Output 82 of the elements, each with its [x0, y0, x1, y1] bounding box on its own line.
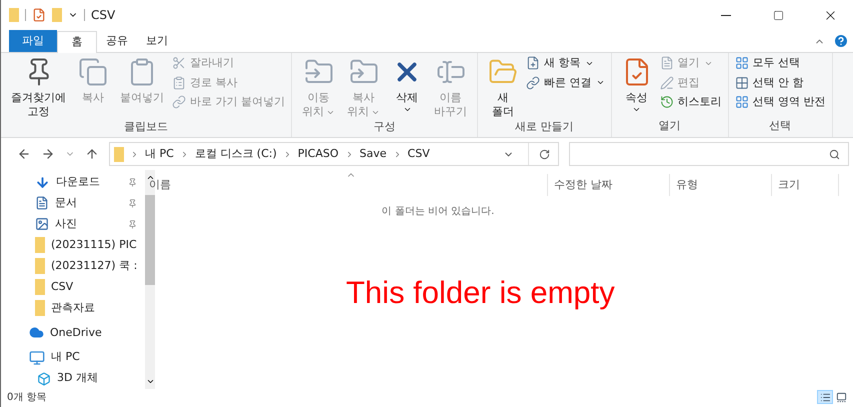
ribbon-button[interactable]: 히스토리: [660, 94, 722, 110]
link-icon: [526, 76, 540, 90]
nav-item[interactable]: 내 PC: [1, 347, 146, 368]
help-icon[interactable]: [833, 33, 849, 49]
chevron-icon: [130, 150, 139, 158]
download-arrow-icon: [35, 174, 50, 190]
annotation-text: This folder is empty: [346, 274, 615, 312]
nav-item[interactable]: 문서: [1, 192, 146, 214]
document-icon: [660, 56, 674, 70]
nav-item[interactable]: 사진: [1, 214, 146, 235]
group-label: 새로 만들기: [514, 119, 574, 135]
folder-icon: [35, 258, 45, 274]
ribbon-button[interactable]: 삭제: [388, 53, 426, 119]
ribbon-button[interactable]: 속성: [618, 53, 656, 118]
breadcrumb[interactable]: 로컬 디스크 (C:): [194, 146, 277, 162]
breadcrumb[interactable]: CSV: [408, 146, 430, 162]
nav-item[interactable]: 관측자료: [1, 297, 146, 318]
maximize-icon: [772, 10, 784, 20]
nav-item[interactable]: (20231127) 쿡 :: [1, 256, 146, 277]
grid-icon: [734, 56, 748, 70]
group-label: 클립보드: [123, 119, 169, 135]
ribbon-button[interactable]: 빠른 연결: [526, 74, 604, 91]
history-icon: [660, 95, 674, 110]
ribbon-tab[interactable]: 공유: [97, 30, 137, 52]
new-file-icon: [526, 56, 540, 70]
cube-icon: [37, 372, 51, 386]
address-field[interactable]: 내 PC 로컬 디스크 (C:) PICASO Save CSV: [109, 142, 559, 166]
scissors-icon: [172, 56, 186, 70]
ribbon-button[interactable]: 새 폴더: [484, 53, 522, 119]
folder-icon: [35, 300, 45, 316]
empty-folder-message: 이 폴더는 비어 있습니다.: [382, 205, 494, 219]
cloud-icon: [29, 325, 44, 340]
ribbon-button[interactable]: 모두 선택: [734, 55, 826, 72]
back-icon[interactable]: [17, 147, 31, 161]
link-icon: [172, 95, 186, 110]
ribbon-button[interactable]: 선택 영역 반전: [734, 94, 826, 110]
folder-icon: [35, 237, 45, 254]
search-icon: [829, 148, 840, 160]
document-icon: [35, 196, 49, 210]
nav-item[interactable]: (20231115) PIC: [1, 234, 146, 256]
nav-item[interactable]: 3D 개체: [1, 368, 146, 390]
refresh-icon[interactable]: [539, 148, 550, 160]
folder-icon: [9, 8, 19, 22]
nav-item[interactable]: OneDrive: [1, 322, 146, 344]
view-button[interactable]: [817, 390, 833, 404]
grid-icon: [734, 76, 748, 90]
ribbon-button[interactable]: 즐겨찾기에 고정: [7, 53, 70, 119]
window-title: CSV: [91, 7, 116, 24]
up-icon[interactable]: [85, 147, 99, 161]
checked-document-icon[interactable]: [32, 8, 46, 22]
ribbon-tab[interactable]: 파일: [9, 30, 57, 52]
copy-icon: [78, 57, 108, 87]
column-header[interactable]: 수정한 날짜: [547, 174, 669, 196]
search-field[interactable]: [569, 142, 849, 166]
scroll-down-icon[interactable]: [146, 377, 155, 386]
ribbon-button[interactable]: 선택 안 함: [734, 74, 826, 91]
monitor-icon: [29, 350, 45, 366]
column-header[interactable]: 유형: [669, 174, 771, 196]
forward-icon[interactable]: [41, 147, 55, 161]
scrollbar-thumb[interactable]: [145, 195, 156, 285]
folder-icon: [114, 146, 124, 162]
column-header[interactable]: 크기: [771, 174, 839, 196]
group-label: 구성: [372, 119, 396, 135]
folder-icon: [35, 278, 45, 295]
nav-item[interactable]: 다운로드: [1, 172, 146, 193]
image-icon: [35, 217, 49, 232]
breadcrumb[interactable]: Save: [360, 146, 387, 162]
clipboard-list-icon: [172, 76, 186, 90]
ribbon-tab[interactable]: 보기: [137, 30, 177, 52]
ribbon-tab[interactable]: 홈: [57, 31, 97, 53]
column-header[interactable]: 이름: [143, 174, 547, 196]
ribbon-button[interactable]: 새 항목: [526, 55, 604, 72]
pen-icon: [660, 76, 674, 90]
breadcrumb[interactable]: 내 PC: [145, 146, 174, 162]
group-label: 열기: [658, 118, 682, 134]
grid-icon: [734, 95, 748, 110]
thumbnails-view-icon: [836, 392, 846, 402]
group-label: 선택: [768, 118, 792, 134]
minimize-icon: [721, 14, 731, 16]
item-count: 0개 항목: [7, 390, 47, 404]
breadcrumb[interactable]: PICASO: [298, 146, 339, 162]
nav-item[interactable]: CSV: [1, 276, 146, 298]
